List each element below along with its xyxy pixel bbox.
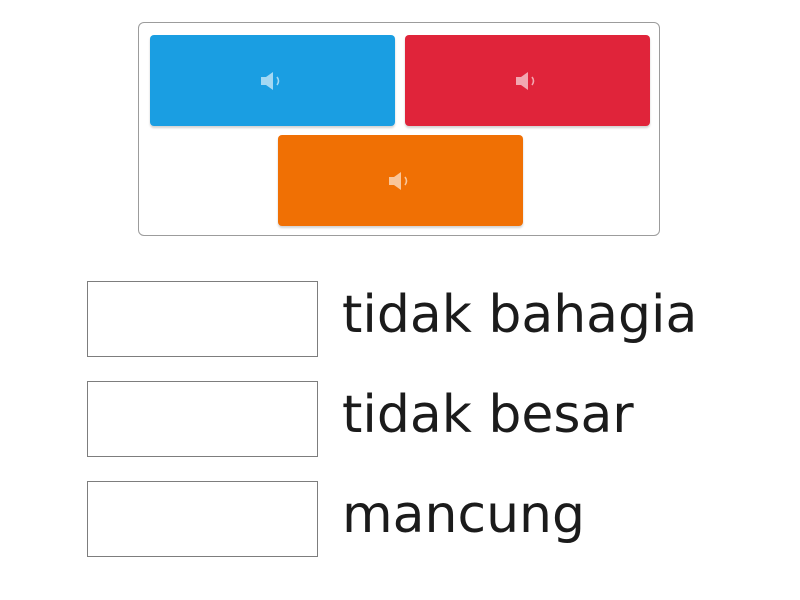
answer-label-2: tidak besar: [342, 385, 634, 445]
speaker-icon: [388, 171, 407, 190]
drop-target-3[interactable]: [87, 481, 318, 557]
drop-target-1[interactable]: [87, 281, 318, 357]
audio-tile-blue[interactable]: [150, 35, 395, 126]
matching-activity: tidak bahagia tidak besar mancung: [0, 0, 800, 600]
audio-tile-orange[interactable]: [278, 135, 523, 226]
drop-target-2[interactable]: [87, 381, 318, 457]
answer-label-1: tidak bahagia: [342, 285, 698, 345]
answer-label-3: mancung: [342, 485, 585, 545]
audio-tile-red[interactable]: [405, 35, 650, 126]
audio-tile-tray: [138, 22, 660, 236]
speaker-icon: [260, 71, 279, 90]
speaker-icon: [515, 71, 534, 90]
